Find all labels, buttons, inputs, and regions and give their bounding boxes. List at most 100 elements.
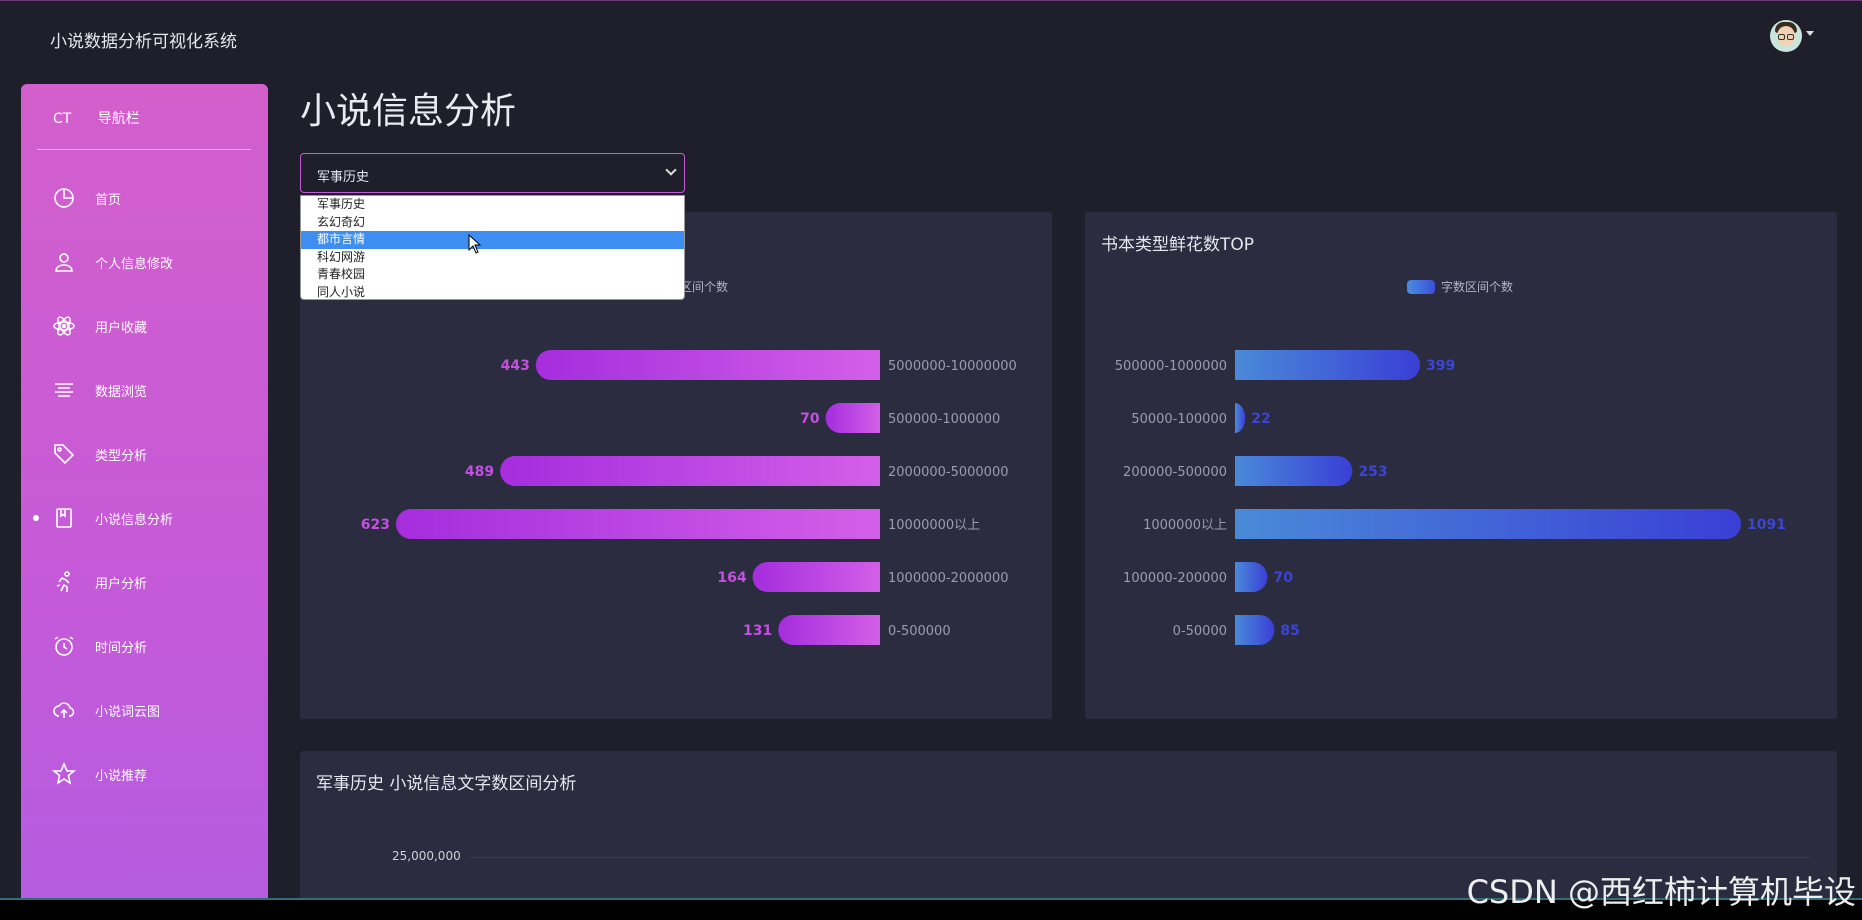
category-label: 100000-200000: [1123, 571, 1227, 586]
sidebar-item-label: 个人信息修改: [95, 256, 174, 272]
value-label: 131: [743, 623, 772, 639]
bar-group: 1091 1000000以上: [1143, 509, 1786, 539]
sidebar-item-type-analysis[interactable]: 类型分析: [21, 434, 268, 474]
bar[interactable]: [1235, 403, 1246, 433]
category-label: 500000-1000000: [888, 412, 1000, 427]
dropdown-option[interactable]: 青春校园: [301, 266, 684, 284]
sidebar-item-data-browse[interactable]: 数据浏览: [21, 370, 268, 410]
star-icon: [51, 761, 77, 787]
dropdown-option[interactable]: 科幻网游: [301, 249, 684, 267]
bar[interactable]: [778, 615, 880, 645]
bar[interactable]: [752, 562, 880, 592]
align-center-icon: [51, 377, 77, 403]
sidebar-item-label: 用户收藏: [95, 320, 148, 336]
value-label: 623: [361, 517, 390, 533]
user-avatar[interactable]: [1770, 20, 1802, 52]
category-label: 1000000-2000000: [888, 571, 1009, 586]
sidebar-item-label: 首页: [95, 192, 122, 208]
bar[interactable]: [1235, 456, 1353, 486]
bar-group: 253 200000-500000: [1123, 456, 1388, 486]
sidebar-item-favorites[interactable]: 用户收藏: [21, 306, 268, 346]
sidebar-item-recommend[interactable]: 小说推荐: [21, 754, 268, 794]
chevron-down-icon: [665, 164, 677, 176]
sidebar-item-home[interactable]: 首页: [21, 178, 268, 218]
bar-group: 70 100000-200000: [1123, 562, 1293, 592]
bar[interactable]: [535, 350, 880, 380]
bar-group: 131 0-500000: [743, 615, 951, 645]
value-label: 399: [1426, 358, 1455, 374]
sidebar: CT 导航栏 首页 个人信息修改 用户收藏 数据浏览 类型分析 小说信息分析 用…: [21, 84, 268, 920]
bar-group: 164 1000000-2000000: [717, 562, 1009, 592]
atom-icon: [51, 313, 77, 339]
dropdown-option[interactable]: 都市言情: [301, 231, 684, 249]
mouse-cursor-icon: [468, 234, 482, 254]
category-label: 0-50000: [1173, 624, 1227, 639]
bar-group: 443 5000000-10000000: [501, 350, 1017, 380]
bar[interactable]: [396, 509, 880, 539]
alarm-icon: [51, 633, 77, 659]
chart-title: 军事历史 小说信息文字数区间分析: [316, 774, 577, 794]
avatar-caret-icon[interactable]: [1806, 31, 1814, 36]
bar[interactable]: [1235, 615, 1275, 645]
sidebar-item-label: 用户分析: [95, 576, 148, 592]
sidebar-item-profile[interactable]: 个人信息修改: [21, 242, 268, 282]
sidebar-item-label: 时间分析: [95, 640, 148, 656]
sidebar-item-label: 小说推荐: [95, 768, 148, 784]
bar[interactable]: [825, 403, 880, 433]
bar-group: 489 2000000-5000000: [465, 456, 1009, 486]
right-chart-card: 书本类型鲜花数TOP 字数区间个数 399 500000-1000000 22 500…: [1085, 212, 1837, 719]
value-label: 1091: [1747, 517, 1786, 533]
category-label: 1000000以上: [1143, 518, 1227, 533]
user-icon: [51, 249, 77, 275]
sidebar-divider: [37, 149, 251, 150]
category-label: 500000-1000000: [1115, 359, 1227, 374]
category-label: 10000000以上: [888, 518, 980, 533]
dropdown-option[interactable]: 军事历史: [301, 196, 684, 214]
bar[interactable]: [500, 456, 880, 486]
bar-group: 623 10000000以上: [361, 509, 980, 539]
category-label: 0-500000: [888, 624, 951, 639]
bar-group: 22 50000-100000: [1131, 403, 1271, 433]
page-title: 小说信息分析: [300, 91, 517, 132]
value-label: 70: [1273, 570, 1293, 586]
sidebar-item-label: 类型分析: [95, 448, 148, 464]
value-label: 22: [1251, 411, 1270, 427]
value-label: 443: [501, 358, 530, 374]
sidebar-brand: CT: [53, 111, 72, 127]
run-icon: [51, 569, 77, 595]
value-label: 85: [1280, 623, 1299, 639]
category-label: 5000000-10000000: [888, 359, 1017, 374]
sidebar-item-label: 小说词云图: [95, 704, 161, 720]
bar-group: 70 500000-1000000: [800, 403, 1000, 433]
cloud-upload-icon: [51, 697, 77, 723]
sidebar-item-wordcloud[interactable]: 小说词云图: [21, 690, 268, 730]
dropdown-option[interactable]: 玄幻奇幻: [301, 214, 684, 232]
category-label: 200000-500000: [1123, 465, 1227, 480]
novel-type-dropdown: 军事历史 玄幻奇幻 都市言情 科幻网游 青春校园 同人小说: [300, 195, 685, 300]
value-label: 70: [800, 411, 820, 427]
pie-chart-icon: [51, 185, 77, 211]
book-icon: [51, 505, 77, 531]
y-tick-label: 25,000,000: [392, 849, 461, 863]
sidebar-item-novel-info[interactable]: 小说信息分析: [21, 498, 268, 538]
tag-icon: [51, 441, 77, 467]
active-indicator: [33, 515, 39, 521]
sidebar-item-user-analysis[interactable]: 用户分析: [21, 562, 268, 602]
right-bar-chart: 399 500000-1000000 22 50000-100000 253 200000…: [1115, 350, 1786, 645]
top-bar: 小说数据分析可视化系统: [0, 0, 1862, 72]
bar[interactable]: [1235, 350, 1421, 380]
sidebar-item-time-analysis[interactable]: 时间分析: [21, 626, 268, 666]
bar-group: 399 500000-1000000: [1115, 350, 1455, 380]
sidebar-item-label: 小说信息分析: [95, 512, 174, 528]
select-value: 军事历史: [317, 170, 370, 185]
sidebar-header: CT 导航栏: [53, 108, 140, 128]
value-label: 489: [465, 464, 494, 480]
category-label: 2000000-5000000: [888, 465, 1009, 480]
watermark: CSDN @西红柿计算机毕设: [1466, 873, 1856, 911]
sidebar-item-label: 数据浏览: [95, 384, 148, 400]
dropdown-option[interactable]: 同人小说: [301, 284, 684, 302]
bar[interactable]: [1235, 509, 1741, 539]
novel-type-select[interactable]: 军事历史: [300, 153, 685, 193]
bar[interactable]: [1235, 562, 1268, 592]
category-label: 50000-100000: [1131, 412, 1227, 427]
